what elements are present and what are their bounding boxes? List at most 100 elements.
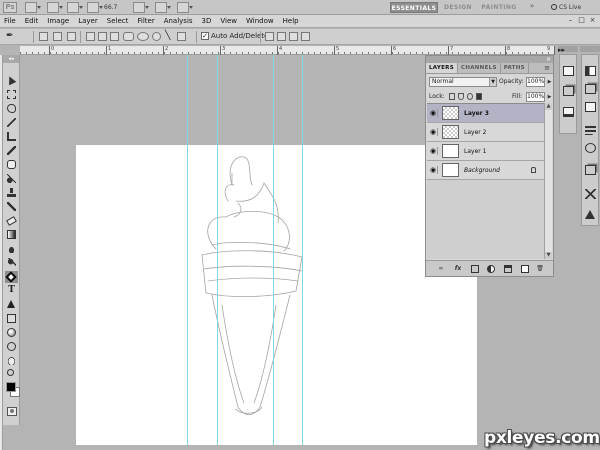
fill-pixels-icon[interactable] (67, 32, 76, 41)
adjustments-panel-icon[interactable] (585, 125, 596, 135)
custom-shape-icon[interactable] (177, 32, 186, 41)
trash-icon[interactable]: 🗑 (536, 265, 544, 273)
auto-add-delete-toggle[interactable]: ✓ Auto Add/Delete (201, 32, 268, 40)
tab-channels[interactable]: CHANNELS (458, 63, 501, 73)
3d-camera-tool-icon[interactable] (7, 342, 16, 351)
workspace-design[interactable]: DESIGN (442, 2, 474, 13)
clone-source-panel-icon[interactable] (585, 210, 596, 220)
move-tool-icon[interactable] (5, 74, 17, 86)
mini-bridge-icon[interactable] (47, 2, 63, 13)
new-layer-icon[interactable] (521, 265, 529, 273)
cs-live-button[interactable]: CS Live (551, 2, 581, 13)
marquee-tool-icon[interactable] (7, 90, 16, 99)
combine-intersect-icon[interactable] (289, 32, 298, 41)
eyedropper-tool-icon[interactable] (7, 146, 16, 155)
shape-tool-icon[interactable] (7, 314, 16, 323)
menu-filter[interactable]: Filter (137, 17, 154, 25)
swatches-panel-icon[interactable] (585, 84, 596, 94)
lock-pixels-icon[interactable] (458, 93, 464, 100)
layers-panel-grip[interactable]: × (426, 56, 553, 63)
menu-3d[interactable]: 3D (202, 17, 212, 25)
line-shape-icon[interactable]: ╲ (165, 32, 174, 41)
bridge-icon[interactable] (25, 2, 41, 13)
blend-mode-select[interactable]: Normal ▼ (429, 77, 497, 87)
vertical-guide[interactable] (302, 55, 303, 445)
fill-input[interactable]: 100% (526, 92, 545, 102)
opacity-slider-icon[interactable]: ▶ (546, 78, 553, 86)
scroll-up-icon[interactable]: ▲ (545, 103, 552, 110)
hand-tool-icon[interactable] (7, 356, 16, 365)
close-icon[interactable]: × (588, 16, 597, 25)
tools-panel-collapse[interactable]: ◂◂ (3, 55, 19, 63)
more-workspaces-icon[interactable]: » (530, 2, 534, 10)
tab-paths[interactable]: PATHS (501, 63, 529, 73)
gradient-tool-icon[interactable] (7, 230, 16, 239)
actions-panel-icon[interactable] (563, 107, 574, 117)
auto-add-delete-checkbox[interactable]: ✓ (201, 32, 209, 40)
menu-image[interactable]: Image (47, 17, 69, 25)
menu-analysis[interactable]: Analysis (164, 17, 193, 25)
ellipse-shape-icon[interactable] (137, 32, 149, 41)
scroll-down-icon[interactable]: ▼ (545, 252, 552, 259)
3d-rotate-tool-icon[interactable] (7, 328, 16, 337)
blur-tool-icon[interactable] (7, 244, 16, 253)
freeform-pen-icon[interactable] (98, 32, 107, 41)
minimize-icon[interactable]: – (566, 16, 575, 25)
workspace-painting[interactable]: PAINTING (480, 2, 518, 13)
quick-selection-tool-icon[interactable] (7, 118, 16, 127)
histogram-panel-icon[interactable] (563, 66, 574, 76)
zoom-level[interactable]: 66.7 (104, 3, 130, 13)
menu-layer[interactable]: Layer (78, 17, 98, 25)
screen-mode-icon[interactable] (177, 2, 193, 13)
combine-add-icon[interactable] (265, 32, 274, 41)
quick-mask-icon[interactable] (7, 407, 17, 416)
polygon-shape-icon[interactable] (152, 32, 161, 41)
adjustment-layer-icon[interactable] (487, 265, 495, 273)
workspace-essentials[interactable]: ESSENTIALS (390, 2, 438, 13)
dock-grip[interactable]: ▸▸ (558, 46, 578, 54)
vertical-guide[interactable] (273, 55, 274, 445)
dodge-tool-icon[interactable] (7, 258, 16, 267)
pen-mode-icon[interactable] (86, 32, 95, 41)
menu-select[interactable]: Select (107, 17, 129, 25)
layers-scrollbar[interactable]: ▲ ▼ (544, 103, 552, 259)
spot-healing-tool-icon[interactable] (7, 160, 16, 169)
visibility-eye-icon[interactable]: ◉ (429, 166, 438, 174)
eraser-tool-icon[interactable] (6, 216, 17, 226)
layer-row-layer-3[interactable]: ◉ Layer 3 (427, 104, 544, 123)
horizontal-ruler[interactable]: 0 1 2 3 4 5 6 7 8 9 (20, 46, 555, 55)
panel-menu-icon[interactable]: ≡ (544, 63, 550, 74)
clone-stamp-tool-icon[interactable] (7, 188, 16, 197)
zoom-tool-icon[interactable] (7, 369, 16, 378)
vertical-guide[interactable] (217, 55, 218, 445)
lock-all-icon[interactable] (476, 93, 482, 100)
maximize-icon[interactable]: □ (577, 16, 586, 25)
fx-icon[interactable]: fx (454, 265, 462, 273)
lasso-tool-icon[interactable] (7, 104, 16, 113)
crop-tool-icon[interactable] (7, 132, 16, 141)
menu-help[interactable]: Help (283, 17, 299, 25)
pen-tool-icon[interactable] (5, 271, 18, 283)
arrange-documents-icon[interactable] (87, 2, 103, 13)
brush-tool-icon[interactable] (7, 174, 16, 183)
visibility-eye-icon[interactable]: ◉ (429, 147, 438, 155)
rounded-rectangle-icon[interactable] (123, 32, 134, 41)
pen-preset-icon[interactable]: ✒ (6, 32, 15, 41)
menu-window[interactable]: Window (246, 17, 274, 25)
extras-icon[interactable] (67, 2, 83, 13)
new-group-icon[interactable] (504, 265, 512, 273)
menu-view[interactable]: View (220, 17, 237, 25)
layer-row-layer-2[interactable]: ◉ Layer 2 (427, 123, 544, 142)
type-tool-icon[interactable]: T (7, 286, 16, 295)
styles-panel-icon[interactable] (585, 102, 596, 112)
fill-slider-icon[interactable]: ▶ (546, 93, 553, 101)
layer-row-background[interactable]: ◉ Background (427, 161, 544, 180)
lock-position-icon[interactable] (467, 93, 473, 100)
path-selection-tool-icon[interactable] (7, 300, 16, 309)
paths-panel-icon[interactable] (585, 165, 596, 175)
dock-grip[interactable] (580, 46, 600, 52)
menu-edit[interactable]: Edit (25, 17, 39, 25)
masks-panel-icon[interactable] (585, 143, 596, 153)
lock-transparency-icon[interactable] (449, 93, 455, 100)
history-brush-tool-icon[interactable] (7, 202, 16, 211)
